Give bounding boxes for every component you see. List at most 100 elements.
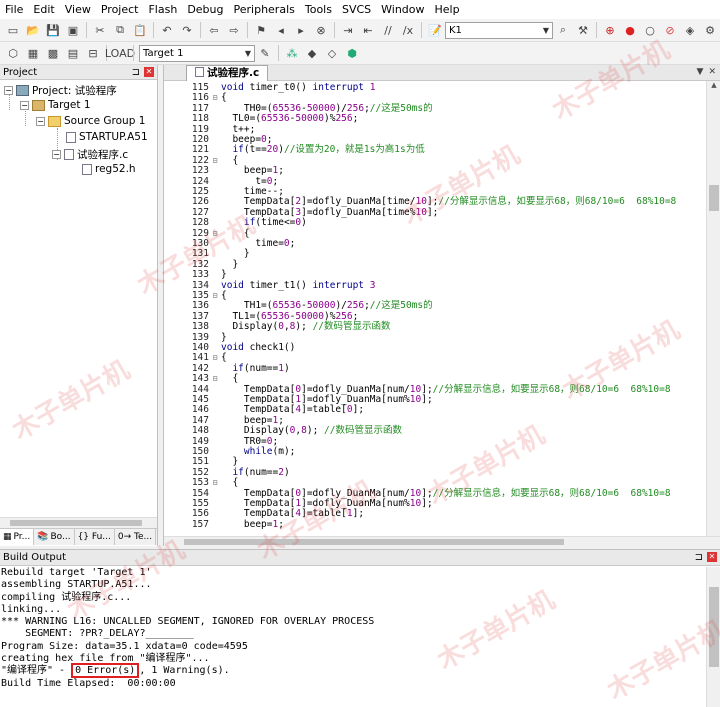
translate-icon[interactable]: ⬡ [4,44,22,62]
menu-flash[interactable]: Flash [143,0,182,19]
menu-help[interactable]: Help [430,0,465,19]
collapse-icon[interactable]: − [4,86,13,95]
fold-toggle-icon[interactable]: ⊟ [209,93,221,103]
incremental-find-icon[interactable]: ⚒ [574,21,592,39]
cut-icon[interactable]: ✂ [91,21,109,39]
view-menu-icon[interactable]: ◈ [681,21,699,39]
tree-item-target[interactable]: − Target 1 [20,99,91,111]
kill-breakpoints-icon[interactable]: ⊘ [661,21,679,39]
breakpoint-icon[interactable]: ● [621,21,639,39]
menu-svcs[interactable]: SVCS [337,0,376,19]
menu-view[interactable]: View [60,0,96,19]
manage-components-icon[interactable]: ⁂ [283,44,301,62]
rebuild-icon[interactable]: ▩ [44,44,62,62]
build-output-text[interactable]: Rebuild target 'Target 1' assembling STA… [0,567,706,707]
editor-horizontal-scrollbar[interactable] [164,536,720,546]
save-all-icon[interactable]: ▣ [64,21,82,39]
fold-toggle-icon[interactable]: ⊟ [209,374,221,384]
copy-icon[interactable]: ⧉ [111,21,129,39]
target-options-icon[interactable]: ✎ [256,44,274,62]
debug-session-icon[interactable]: ⊕ [601,21,619,39]
pin-icon[interactable]: ⊐ [695,552,703,563]
pin-icon[interactable]: ⊐ [132,67,140,78]
uncomment-icon[interactable]: /x [399,21,417,39]
scroll-thumb[interactable] [10,520,142,526]
project-scrollbar[interactable] [0,517,157,528]
scroll-thumb[interactable] [709,587,719,667]
tree-item-project[interactable]: − Project: 试验程序 [4,83,117,98]
download-icon[interactable]: LOAD [105,44,135,62]
nav-back-icon[interactable]: ⇦ [205,21,223,39]
build-icon[interactable]: ▦ [24,44,42,62]
find-in-files-icon[interactable]: 📝 [426,21,444,39]
build-result-prefix: "编译程序" - [1,665,72,677]
fold-toggle-icon[interactable]: ⊟ [209,291,221,301]
target-select[interactable]: Target 1 ▼ [139,44,255,62]
paste-icon[interactable]: 📋 [131,21,149,39]
fold-gutter [209,83,221,93]
save-icon[interactable]: 💾 [44,21,62,39]
tree-item-group[interactable]: − Source Group 1 [36,115,145,127]
collapse-icon[interactable]: − [20,100,29,110]
redo-icon[interactable]: ↷ [178,21,196,39]
tab-menu-icon[interactable]: ▼ [697,67,704,77]
scroll-up-icon[interactable]: ▲ [707,81,720,93]
close-icon[interactable]: ✕ [708,67,716,77]
editor-tab[interactable]: 试验程序.c [186,65,269,81]
code-line[interactable]: 140 void check1() [164,342,296,353]
new-file-icon[interactable]: ▭ [4,21,22,39]
tab-templates[interactable]: 0→ Te... [115,529,157,545]
bookmark-icon[interactable]: ⚑ [252,21,270,39]
clear-bookmarks-icon[interactable]: ⊗ [312,21,330,39]
collapse-icon[interactable]: − [52,150,61,159]
fold-toggle-icon[interactable]: ⊟ [209,478,221,488]
prev-bookmark-icon[interactable]: ◂ [272,21,290,39]
batch-build-icon[interactable]: ▤ [64,44,82,62]
disable-breakpoint-icon[interactable]: ○ [641,21,659,39]
undo-icon[interactable]: ↶ [158,21,176,39]
tree-item-include[interactable]: reg52.h [82,163,136,175]
menu-peripherals[interactable]: Peripherals [229,0,300,19]
fold-toggle-icon[interactable]: ⊟ [209,156,221,166]
close-icon[interactable]: ✕ [707,552,717,562]
config-icon[interactable]: ⚙ [701,21,719,39]
nav-forward-icon[interactable]: ⇨ [225,21,243,39]
next-bookmark-icon[interactable]: ▸ [292,21,310,39]
code-area[interactable]: 115 void timer_t0() interrupt 1 116 ⊟{117 T… [164,81,704,536]
scroll-thumb[interactable] [184,539,564,545]
menu-window[interactable]: Window [376,0,429,19]
menu-file[interactable]: File [0,0,28,19]
fold-toggle-icon[interactable]: ⊟ [209,353,221,363]
comment-icon[interactable]: // [379,21,397,39]
toolbar-divider [596,22,597,38]
menu-debug[interactable]: Debug [182,0,228,19]
find-combo[interactable]: K1 ▼ [445,21,553,39]
unindent-icon[interactable]: ⇤ [359,21,377,39]
code-line[interactable]: 157 beep=1; [164,519,284,530]
stop-build-icon[interactable]: ⊟ [84,44,102,62]
scroll-thumb[interactable] [709,185,719,211]
find-icon[interactable]: ⌕ [554,21,572,39]
pack-installer-icon[interactable]: ⬢ [343,44,361,62]
tab-books[interactable]: 📚 Bo... [34,529,75,545]
tree-item-file[interactable]: − 试验程序.c [52,147,128,162]
toolbar-divider [133,45,134,61]
tab-project[interactable]: ▦ Pr... [0,529,35,545]
menu-edit[interactable]: Edit [28,0,59,19]
select-packs-icon[interactable]: ◇ [323,44,341,62]
tab-functions[interactable]: {} Fu... [75,529,115,545]
manage-env-icon[interactable]: ◆ [303,44,321,62]
open-file-icon[interactable]: 📂 [24,21,42,39]
build-output-scrollbar[interactable] [706,567,720,707]
close-icon[interactable]: ✕ [144,66,154,77]
tree-item-file[interactable]: STARTUP.A51 [66,131,148,143]
fold-gutter [209,437,221,447]
menu-project[interactable]: Project [96,0,144,19]
project-tabs: ▦ Pr... 📚 Bo... {} Fu... 0→ Te... [0,528,157,545]
menu-tools[interactable]: Tools [300,0,337,19]
project-pane-header: Project ⊐ ✕ [0,65,157,80]
collapse-icon[interactable]: − [36,116,45,126]
fold-toggle-icon[interactable]: ⊟ [209,229,221,239]
indent-icon[interactable]: ⇥ [339,21,357,39]
editor-vertical-scrollbar[interactable]: ▲ [706,81,720,536]
